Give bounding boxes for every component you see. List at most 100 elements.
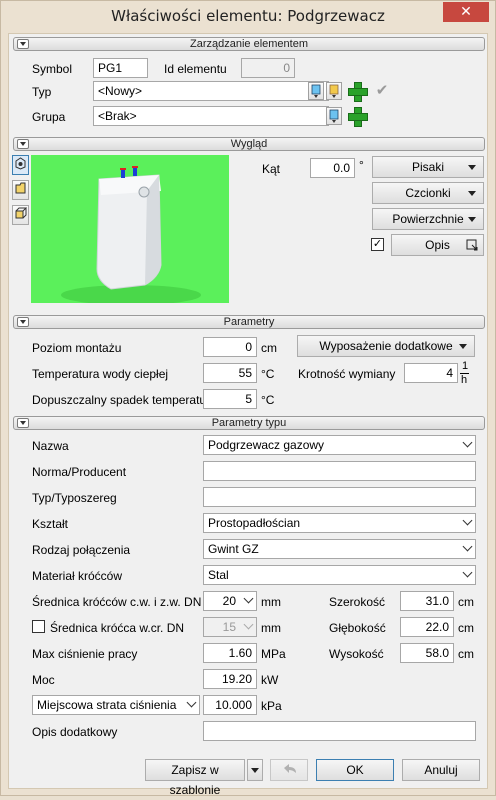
width-unit: cm xyxy=(458,595,474,609)
shape-value: Prostopadłościan xyxy=(208,516,301,530)
power-unit: kW xyxy=(261,673,279,687)
temp-drop-input[interactable]: 5 xyxy=(203,389,257,409)
hot-water-temp-label: Temperatura wody ciepłej xyxy=(32,367,169,381)
exchange-rate-input[interactable]: 4 xyxy=(404,363,458,383)
angle-input[interactable]: 0.0 xyxy=(310,158,355,178)
id-input: 0 xyxy=(241,58,295,78)
type-label: Typ xyxy=(32,85,52,99)
depth-input[interactable]: 22.0 xyxy=(400,617,454,637)
view-front-tab-icon[interactable] xyxy=(12,180,29,200)
mount-level-label: Poziom montażu xyxy=(32,341,122,355)
height-unit: cm xyxy=(458,647,474,661)
cancel-button[interactable]: Anuluj xyxy=(402,759,480,781)
view-box-tab-icon[interactable] xyxy=(12,205,29,225)
dropdown-arrow-icon xyxy=(468,191,476,196)
extra-description-input[interactable] xyxy=(203,721,476,741)
surfaces-button[interactable]: Powierzchnie xyxy=(372,208,484,230)
save-template-button[interactable]: Zapisz w szablonie xyxy=(145,759,245,797)
stub-diameter-unit: mm xyxy=(261,595,281,609)
type-input[interactable]: <Nowy> xyxy=(93,81,329,101)
symbol-input[interactable]: PG1 xyxy=(93,58,148,78)
exchange-rate-unit-bottom: h xyxy=(461,374,468,386)
chevron-down-icon xyxy=(462,567,473,578)
add-type-icon[interactable] xyxy=(347,81,368,102)
shape-combo[interactable]: Prostopadłościan xyxy=(203,513,476,533)
section-appearance-header[interactable]: Wygląd xyxy=(13,137,485,151)
save-template-dropdown[interactable] xyxy=(247,759,263,781)
connection-label: Rodzaj połączenia xyxy=(32,543,131,557)
extra-equipment-label: Wyposażenie dodatkowe xyxy=(319,339,453,353)
pens-button[interactable]: Pisaki xyxy=(372,156,484,178)
height-label: Wysokość xyxy=(329,647,384,661)
name-combo[interactable]: Podgrzewacz gazowy xyxy=(203,435,476,455)
series-label: Typ/Typoszereg xyxy=(32,491,117,505)
ok-button[interactable]: OK xyxy=(316,759,394,781)
chevron-down-icon xyxy=(462,541,473,552)
chevron-down-icon xyxy=(462,437,473,448)
chevron-down-icon xyxy=(243,619,254,630)
type-edit-icon[interactable] xyxy=(326,82,342,100)
power-label: Moc xyxy=(32,673,55,687)
close-button[interactable]: ✕ xyxy=(443,2,489,22)
fonts-button[interactable]: Czcionki xyxy=(372,182,484,204)
open-dialog-icon xyxy=(466,239,478,251)
group-input[interactable]: <Brak> xyxy=(93,106,329,126)
id-label: Id elementu xyxy=(164,62,227,76)
mount-level-unit: cm xyxy=(261,341,277,355)
width-label: Szerokość xyxy=(329,595,386,609)
angle-label: Kąt xyxy=(262,162,281,176)
water-heater-icon xyxy=(61,166,201,303)
dialog-body: Zarządzanie elementem Symbol PG1 Id elem… xyxy=(8,33,488,797)
pressure-loss-unit: kPa xyxy=(261,699,282,713)
add-group-icon[interactable] xyxy=(347,106,368,127)
view-3d-tab-icon[interactable] xyxy=(12,155,29,175)
stub-diameter-combo[interactable]: 20 xyxy=(203,591,257,611)
stub-diameter-value: 20 xyxy=(222,594,236,608)
pressure-loss-combo-value: Miejscowa strata ciśnienia xyxy=(37,698,177,712)
dropdown-arrow-icon xyxy=(468,217,476,222)
angle-unit: ° xyxy=(359,158,364,172)
description-checkbox[interactable]: ✓ xyxy=(371,238,384,251)
temp-drop-unit: °C xyxy=(261,393,275,407)
mount-level-input[interactable]: 0 xyxy=(203,337,257,357)
description-button[interactable]: Opis xyxy=(391,234,484,256)
depth-label: Głębokość xyxy=(329,621,386,635)
name-value: Podgrzewacz gazowy xyxy=(208,438,325,452)
norm-label: Norma/Producent xyxy=(32,465,127,479)
section-parameters-header[interactable]: Parametry xyxy=(13,315,485,329)
hot-water-temp-input[interactable]: 55 xyxy=(203,363,257,383)
depth-unit: cm xyxy=(458,621,474,635)
exchange-rate-unit-top: 1 xyxy=(462,360,469,372)
section-type-parameters-header[interactable]: Parametry typu xyxy=(13,416,485,430)
connection-combo[interactable]: Gwint GZ xyxy=(203,539,476,559)
extra-equipment-button[interactable]: Wyposażenie dodatkowe xyxy=(297,335,475,357)
section-management-header[interactable]: Zarządzanie elementem xyxy=(13,37,485,51)
type-library-icon[interactable] xyxy=(308,82,324,100)
pressure-loss-combo[interactable]: Miejscowa strata ciśnienia xyxy=(32,695,200,715)
max-pressure-unit: MPa xyxy=(261,647,286,661)
extra-description-label: Opis dodatkowy xyxy=(32,725,118,739)
cr-stub-label: Średnica króćca w.cr. DN xyxy=(50,621,185,635)
cr-stub-unit: mm xyxy=(261,621,281,635)
confirm-type-icon: ✔ xyxy=(375,82,389,99)
window-title: Właściwości elementu: Podgrzewacz xyxy=(111,7,385,25)
chevron-down-icon xyxy=(243,593,254,604)
stub-diameter-label: Średnica króćców c.w. i z.w. DN xyxy=(32,595,202,609)
width-input[interactable]: 31.0 xyxy=(400,591,454,611)
dropdown-arrow-icon xyxy=(459,344,467,349)
temp-drop-label: Dopuszczalny spadek temperatury xyxy=(32,393,217,407)
max-pressure-label: Max ciśnienie pracy xyxy=(32,647,138,661)
pressure-loss-input[interactable]: 10.000 xyxy=(203,695,257,715)
material-combo[interactable]: Stal xyxy=(203,565,476,585)
chevron-down-icon xyxy=(186,697,197,708)
section-title: Wygląd xyxy=(230,138,268,150)
height-input[interactable]: 58.0 xyxy=(400,643,454,663)
group-label: Grupa xyxy=(32,110,66,124)
undo-button xyxy=(270,759,308,781)
group-library-icon[interactable] xyxy=(326,107,342,125)
cr-stub-checkbox[interactable] xyxy=(32,620,45,633)
power-input[interactable]: 19.20 xyxy=(203,669,257,689)
norm-input[interactable] xyxy=(203,461,476,481)
max-pressure-input[interactable]: 1.60 xyxy=(203,643,257,663)
series-input[interactable] xyxy=(203,487,476,507)
